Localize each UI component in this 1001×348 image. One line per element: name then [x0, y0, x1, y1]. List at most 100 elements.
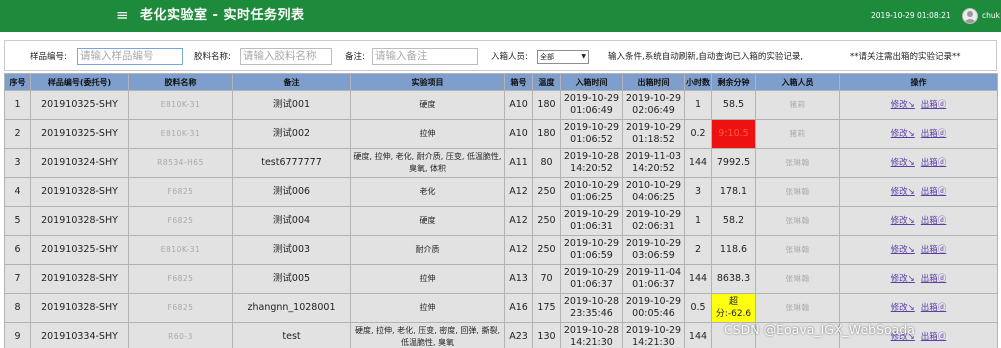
- cell-remaining: 7992.5: [711, 148, 756, 178]
- checkout-link[interactable]: 出箱ⓓ: [921, 303, 947, 313]
- cell-temp: 250: [532, 206, 561, 236]
- cell-sample: 201910325-SHY: [30, 119, 129, 149]
- col-header[interactable]: 样品编号(委托号): [30, 73, 129, 91]
- in-date: 2019-10-29: [563, 93, 620, 104]
- cell-temp: 80: [532, 148, 561, 178]
- cell-person: 张琳翰: [755, 177, 840, 207]
- cell-hours: 2: [684, 235, 712, 265]
- edit-link[interactable]: 修改↘: [891, 187, 915, 197]
- edit-link[interactable]: 修改↘: [891, 129, 915, 139]
- cell-person: 张琳翰: [755, 264, 840, 294]
- cell-remark: test: [232, 322, 351, 348]
- col-header[interactable]: 剩余分钟: [711, 73, 756, 91]
- checkout-link[interactable]: 出箱ⓓ: [921, 187, 947, 197]
- col-header[interactable]: 序号: [4, 73, 31, 91]
- edit-link[interactable]: 修改↘: [891, 332, 915, 342]
- col-header[interactable]: 操作: [839, 73, 998, 91]
- table-row: 2 201910325-SHY E810K-31 测试002 拉伸 A10 180 2019-…: [4, 119, 998, 149]
- cell-remaining: [711, 322, 756, 348]
- sample-label: 样品编号:: [30, 52, 67, 62]
- clock: 2019-10-29 01:08:21: [871, 11, 951, 20]
- col-header[interactable]: 备注: [232, 73, 351, 91]
- cell-remark: 测试005: [232, 264, 351, 294]
- cell-in-time: 2019-10-28 14:21:30: [560, 322, 623, 348]
- col-header[interactable]: 入箱时间: [560, 73, 623, 91]
- edit-link[interactable]: 修改↘: [891, 274, 915, 284]
- out-date: 2019-10-29: [625, 325, 682, 336]
- cell-sample: 201910328-SHY: [30, 293, 129, 323]
- avatar-icon[interactable]: [962, 8, 978, 24]
- cell-out-time: 2019-10-29 02:06:31: [622, 206, 685, 236]
- col-header[interactable]: 胶料名称: [128, 73, 233, 91]
- checkout-link[interactable]: 出箱ⓓ: [921, 100, 947, 110]
- cell-box: A10: [504, 90, 533, 120]
- menu-icon[interactable]: ≡: [116, 5, 129, 25]
- checkout-link[interactable]: 出箱ⓓ: [921, 158, 947, 168]
- remark-input[interactable]: 请输入备注: [372, 48, 478, 65]
- out-clock: 01:06:37: [632, 279, 675, 290]
- cell-actions: 修改↘ 出箱ⓓ: [839, 293, 998, 323]
- cell-hours: 1: [684, 206, 712, 236]
- checkout-link[interactable]: 出箱ⓓ: [921, 245, 947, 255]
- cell-material: E810K-31: [128, 235, 233, 265]
- cell-no: 5: [4, 206, 31, 236]
- material-input[interactable]: 请输入胶料名称: [240, 48, 332, 65]
- cell-remark: test6777777: [232, 148, 351, 178]
- col-header[interactable]: 小时数: [684, 73, 712, 91]
- edit-link[interactable]: 修改↘: [891, 158, 915, 168]
- col-header[interactable]: 温度: [532, 73, 561, 91]
- cell-remaining: 9:10.5: [711, 119, 756, 149]
- cell-test-items: 硬度: [350, 206, 505, 236]
- person-select-value: 全部: [540, 53, 554, 61]
- table-row: 1 201910325-SHY E810K-31 测试001 硬度 A10 180 2019-…: [4, 90, 998, 120]
- col-header[interactable]: 箱号: [504, 73, 533, 91]
- in-date: 2019-10-29: [563, 267, 620, 278]
- checkout-link[interactable]: 出箱ⓓ: [921, 332, 947, 342]
- out-date: 2019-10-29: [625, 209, 682, 220]
- person-select[interactable]: 全部 ▼: [537, 50, 589, 64]
- cell-out-time: 2019-10-29 14:21:30: [622, 322, 685, 348]
- in-date: 2019-10-29: [563, 238, 620, 249]
- cell-sample: 201910328-SHY: [30, 206, 129, 236]
- person-label: 入箱人员:: [491, 52, 528, 62]
- cell-hours: 144: [684, 322, 712, 348]
- sample-input[interactable]: 请输入样品编号: [77, 48, 183, 65]
- cell-no: 9: [4, 322, 31, 348]
- in-clock: 01:06:52: [570, 134, 613, 145]
- cell-box: A12: [504, 206, 533, 236]
- col-header[interactable]: 入箱人员: [755, 73, 840, 91]
- cell-temp: 250: [532, 235, 561, 265]
- table-row: 4 201910328-SHY F6825 测试006 老化 A12 250 2010-10-…: [4, 177, 998, 207]
- cell-hours: 0.5: [684, 293, 712, 323]
- cell-in-time: 2019-10-28 14:20:52: [560, 148, 623, 178]
- in-clock: 01:06:31: [570, 221, 613, 232]
- col-header[interactable]: 实验项目: [350, 73, 505, 91]
- cell-person: 张琳翰: [755, 206, 840, 236]
- cell-sample: 201910324-SHY: [30, 148, 129, 178]
- cell-out-time: 2019-10-29 02:06:49: [622, 90, 685, 120]
- edit-link[interactable]: 修改↘: [891, 245, 915, 255]
- out-date: 2019-11-04: [625, 267, 682, 278]
- col-header[interactable]: 出箱时间: [622, 73, 685, 91]
- table-row: 8 201910328-SHY F6825 zhangnn_1028001 拉伸 A16 1…: [4, 293, 998, 323]
- checkout-link[interactable]: 出箱ⓓ: [921, 274, 947, 284]
- cell-hours: 3: [684, 177, 712, 207]
- cell-person: [755, 322, 840, 348]
- cell-box: A11: [504, 148, 533, 178]
- cell-actions: 修改↘ 出箱ⓓ: [839, 264, 998, 294]
- in-clock: 01:06:25: [570, 192, 613, 203]
- out-clock: 14:21:30: [632, 337, 675, 348]
- cell-person: 张琳翰: [755, 148, 840, 178]
- edit-link[interactable]: 修改↘: [891, 303, 915, 313]
- out-date: 2019-10-29: [625, 238, 682, 249]
- checkout-link[interactable]: 出箱ⓓ: [921, 216, 947, 226]
- cell-box: A13: [504, 264, 533, 294]
- username[interactable]: chuk: [982, 11, 1000, 21]
- edit-link[interactable]: 修改↘: [891, 100, 915, 110]
- checkout-link[interactable]: 出箱ⓓ: [921, 129, 947, 139]
- cell-in-time: 2010-10-29 01:06:25: [560, 177, 623, 207]
- top-bar: ≡ 老化实验室 - 实时任务列表 2019-10-29 01:08:21 chu…: [0, 0, 1001, 32]
- edit-link[interactable]: 修改↘: [891, 216, 915, 226]
- cell-remark: 测试004: [232, 206, 351, 236]
- in-date: 2019-10-28: [563, 151, 620, 162]
